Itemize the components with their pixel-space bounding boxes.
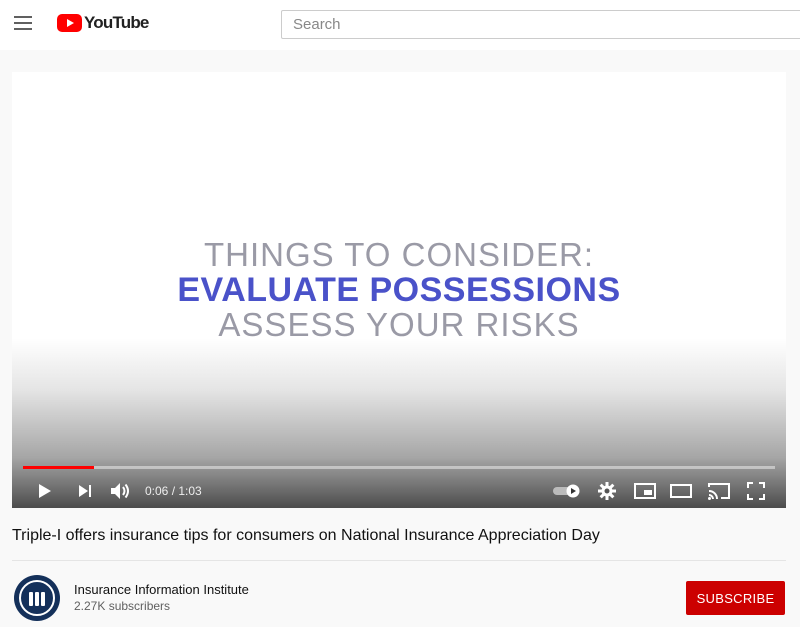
cast-icon[interactable] (706, 474, 732, 508)
video-player[interactable]: THINGS TO CONSIDER: EVALUATE POSSESSIONS… (12, 72, 786, 508)
progress-bar[interactable] (23, 466, 775, 469)
subscribe-button[interactable]: SUBSCRIBE (686, 581, 785, 615)
play-icon[interactable] (34, 474, 56, 508)
volume-icon[interactable] (109, 474, 133, 508)
title-card-line-2: EVALUATE POSSESSIONS (177, 271, 621, 309)
youtube-logo-icon (57, 14, 82, 32)
channel-avatar[interactable] (14, 575, 60, 621)
progress-bar-played (23, 466, 95, 469)
title-card-line-1: THINGS TO CONSIDER: (204, 236, 594, 273)
fullscreen-icon[interactable] (744, 474, 768, 508)
player-controls: 0:06 / 1:03 (12, 474, 786, 508)
title-card-line-3: ASSESS YOUR RISKS (218, 306, 580, 343)
subscriber-count: 2.27K subscribers (74, 599, 171, 613)
logo-text: YouTube (84, 13, 149, 32)
channel-name[interactable]: Insurance Information Institute (74, 582, 249, 597)
video-title: Triple-I offers insurance tips for consu… (12, 527, 600, 544)
divider (12, 560, 786, 561)
next-icon[interactable] (74, 474, 96, 508)
masthead: YouTube (0, 0, 800, 50)
settings-icon[interactable] (596, 474, 618, 508)
search-box (281, 10, 800, 39)
video-title-card: THINGS TO CONSIDER: EVALUATE POSSESSIONS… (12, 238, 786, 342)
miniplayer-icon[interactable] (632, 474, 658, 508)
menu-icon[interactable] (14, 16, 32, 30)
time-display: 0:06 / 1:03 (145, 484, 202, 498)
search-input[interactable] (282, 11, 800, 38)
theater-mode-icon[interactable] (668, 474, 694, 508)
autoplay-toggle-icon[interactable] (552, 474, 582, 508)
youtube-logo[interactable]: YouTube (57, 13, 149, 33)
channel-logo-icon (19, 580, 55, 616)
